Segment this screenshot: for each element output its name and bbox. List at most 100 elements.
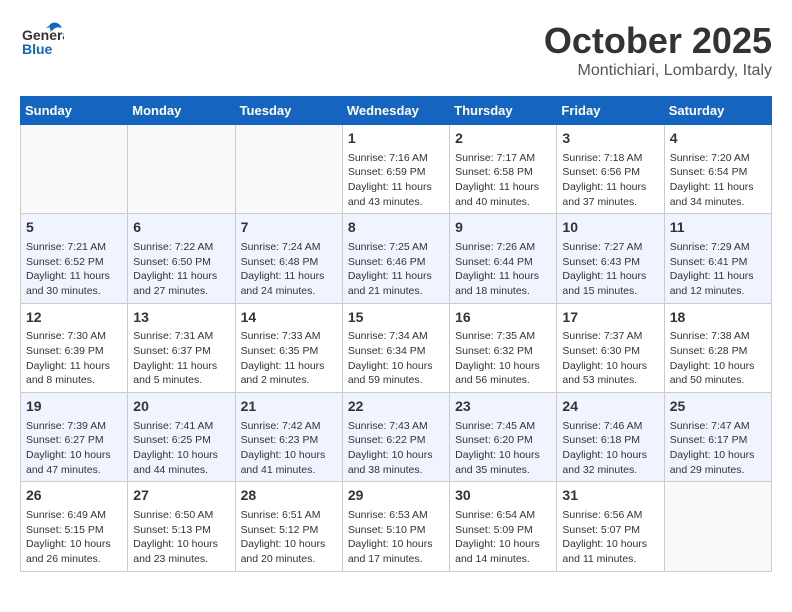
weekday-header-sunday: Sunday [21,97,128,125]
logo-icon: General Blue [20,20,64,64]
calendar-day-cell: 27Sunrise: 6:50 AM Sunset: 5:13 PM Dayli… [128,482,235,571]
day-number: 8 [348,218,444,238]
day-number: 22 [348,397,444,417]
day-info: Sunrise: 7:37 AM Sunset: 6:30 PM Dayligh… [562,329,658,388]
day-number: 9 [455,218,551,238]
calendar-day-cell: 3Sunrise: 7:18 AM Sunset: 6:56 PM Daylig… [557,125,664,214]
day-number: 7 [241,218,337,238]
day-info: Sunrise: 7:38 AM Sunset: 6:28 PM Dayligh… [670,329,766,388]
day-number: 14 [241,308,337,328]
calendar-day-cell: 22Sunrise: 7:43 AM Sunset: 6:22 PM Dayli… [342,393,449,482]
calendar-day-cell: 19Sunrise: 7:39 AM Sunset: 6:27 PM Dayli… [21,393,128,482]
calendar-day-cell [128,125,235,214]
day-info: Sunrise: 7:18 AM Sunset: 6:56 PM Dayligh… [562,151,658,210]
weekday-header-friday: Friday [557,97,664,125]
day-number: 19 [26,397,122,417]
day-number: 16 [455,308,551,328]
calendar-day-cell: 13Sunrise: 7:31 AM Sunset: 6:37 PM Dayli… [128,303,235,392]
day-number: 18 [670,308,766,328]
calendar-day-cell: 16Sunrise: 7:35 AM Sunset: 6:32 PM Dayli… [450,303,557,392]
day-number: 31 [562,486,658,506]
calendar-day-cell: 29Sunrise: 6:53 AM Sunset: 5:10 PM Dayli… [342,482,449,571]
day-info: Sunrise: 7:33 AM Sunset: 6:35 PM Dayligh… [241,329,337,388]
calendar-week-row: 19Sunrise: 7:39 AM Sunset: 6:27 PM Dayli… [21,393,772,482]
day-info: Sunrise: 7:43 AM Sunset: 6:22 PM Dayligh… [348,419,444,478]
calendar-day-cell [235,125,342,214]
calendar-day-cell: 26Sunrise: 6:49 AM Sunset: 5:15 PM Dayli… [21,482,128,571]
day-info: Sunrise: 7:35 AM Sunset: 6:32 PM Dayligh… [455,329,551,388]
calendar-day-cell: 6Sunrise: 7:22 AM Sunset: 6:50 PM Daylig… [128,214,235,303]
day-info: Sunrise: 7:22 AM Sunset: 6:50 PM Dayligh… [133,240,229,299]
calendar-day-cell: 14Sunrise: 7:33 AM Sunset: 6:35 PM Dayli… [235,303,342,392]
calendar-day-cell: 2Sunrise: 7:17 AM Sunset: 6:58 PM Daylig… [450,125,557,214]
calendar-week-row: 1Sunrise: 7:16 AM Sunset: 6:59 PM Daylig… [21,125,772,214]
weekday-header-monday: Monday [128,97,235,125]
calendar-day-cell: 12Sunrise: 7:30 AM Sunset: 6:39 PM Dayli… [21,303,128,392]
day-number: 29 [348,486,444,506]
day-info: Sunrise: 7:45 AM Sunset: 6:20 PM Dayligh… [455,419,551,478]
calendar-week-row: 5Sunrise: 7:21 AM Sunset: 6:52 PM Daylig… [21,214,772,303]
calendar-day-cell: 23Sunrise: 7:45 AM Sunset: 6:20 PM Dayli… [450,393,557,482]
calendar-day-cell: 1Sunrise: 7:16 AM Sunset: 6:59 PM Daylig… [342,125,449,214]
calendar-day-cell: 17Sunrise: 7:37 AM Sunset: 6:30 PM Dayli… [557,303,664,392]
day-info: Sunrise: 7:17 AM Sunset: 6:58 PM Dayligh… [455,151,551,210]
day-info: Sunrise: 7:41 AM Sunset: 6:25 PM Dayligh… [133,419,229,478]
day-number: 15 [348,308,444,328]
day-info: Sunrise: 7:21 AM Sunset: 6:52 PM Dayligh… [26,240,122,299]
day-number: 30 [455,486,551,506]
day-number: 11 [670,218,766,238]
calendar-day-cell: 18Sunrise: 7:38 AM Sunset: 6:28 PM Dayli… [664,303,771,392]
calendar-day-cell: 21Sunrise: 7:42 AM Sunset: 6:23 PM Dayli… [235,393,342,482]
day-info: Sunrise: 7:31 AM Sunset: 6:37 PM Dayligh… [133,329,229,388]
day-info: Sunrise: 6:51 AM Sunset: 5:12 PM Dayligh… [241,508,337,567]
weekday-header-thursday: Thursday [450,97,557,125]
day-info: Sunrise: 7:34 AM Sunset: 6:34 PM Dayligh… [348,329,444,388]
calendar-day-cell: 28Sunrise: 6:51 AM Sunset: 5:12 PM Dayli… [235,482,342,571]
day-number: 2 [455,129,551,149]
page-header: General Blue October 2025 Montichiari, L… [20,20,772,80]
day-number: 13 [133,308,229,328]
day-info: Sunrise: 7:46 AM Sunset: 6:18 PM Dayligh… [562,419,658,478]
calendar-day-cell: 10Sunrise: 7:27 AM Sunset: 6:43 PM Dayli… [557,214,664,303]
day-info: Sunrise: 7:27 AM Sunset: 6:43 PM Dayligh… [562,240,658,299]
calendar-subtitle: Montichiari, Lombardy, Italy [544,62,772,80]
calendar-day-cell: 25Sunrise: 7:47 AM Sunset: 6:17 PM Dayli… [664,393,771,482]
logo: General Blue [20,20,64,64]
calendar-day-cell: 8Sunrise: 7:25 AM Sunset: 6:46 PM Daylig… [342,214,449,303]
title-section: October 2025 Montichiari, Lombardy, Ital… [544,20,772,80]
calendar-day-cell: 30Sunrise: 6:54 AM Sunset: 5:09 PM Dayli… [450,482,557,571]
day-number: 26 [26,486,122,506]
calendar-day-cell [664,482,771,571]
day-number: 27 [133,486,229,506]
calendar-table: SundayMondayTuesdayWednesdayThursdayFrid… [20,96,772,572]
day-info: Sunrise: 7:16 AM Sunset: 6:59 PM Dayligh… [348,151,444,210]
day-info: Sunrise: 6:56 AM Sunset: 5:07 PM Dayligh… [562,508,658,567]
day-number: 25 [670,397,766,417]
day-info: Sunrise: 6:50 AM Sunset: 5:13 PM Dayligh… [133,508,229,567]
day-number: 24 [562,397,658,417]
day-info: Sunrise: 7:42 AM Sunset: 6:23 PM Dayligh… [241,419,337,478]
weekday-header-tuesday: Tuesday [235,97,342,125]
day-number: 21 [241,397,337,417]
day-info: Sunrise: 7:39 AM Sunset: 6:27 PM Dayligh… [26,419,122,478]
weekday-header-saturday: Saturday [664,97,771,125]
day-info: Sunrise: 7:29 AM Sunset: 6:41 PM Dayligh… [670,240,766,299]
day-info: Sunrise: 7:20 AM Sunset: 6:54 PM Dayligh… [670,151,766,210]
day-number: 5 [26,218,122,238]
calendar-title: October 2025 [544,20,772,62]
day-number: 28 [241,486,337,506]
day-number: 23 [455,397,551,417]
day-number: 6 [133,218,229,238]
day-info: Sunrise: 7:26 AM Sunset: 6:44 PM Dayligh… [455,240,551,299]
day-info: Sunrise: 6:54 AM Sunset: 5:09 PM Dayligh… [455,508,551,567]
svg-text:Blue: Blue [22,41,53,57]
day-info: Sunrise: 7:25 AM Sunset: 6:46 PM Dayligh… [348,240,444,299]
calendar-day-cell: 11Sunrise: 7:29 AM Sunset: 6:41 PM Dayli… [664,214,771,303]
calendar-week-row: 26Sunrise: 6:49 AM Sunset: 5:15 PM Dayli… [21,482,772,571]
day-number: 12 [26,308,122,328]
day-number: 1 [348,129,444,149]
day-info: Sunrise: 6:53 AM Sunset: 5:10 PM Dayligh… [348,508,444,567]
day-number: 10 [562,218,658,238]
calendar-day-cell [21,125,128,214]
day-number: 20 [133,397,229,417]
